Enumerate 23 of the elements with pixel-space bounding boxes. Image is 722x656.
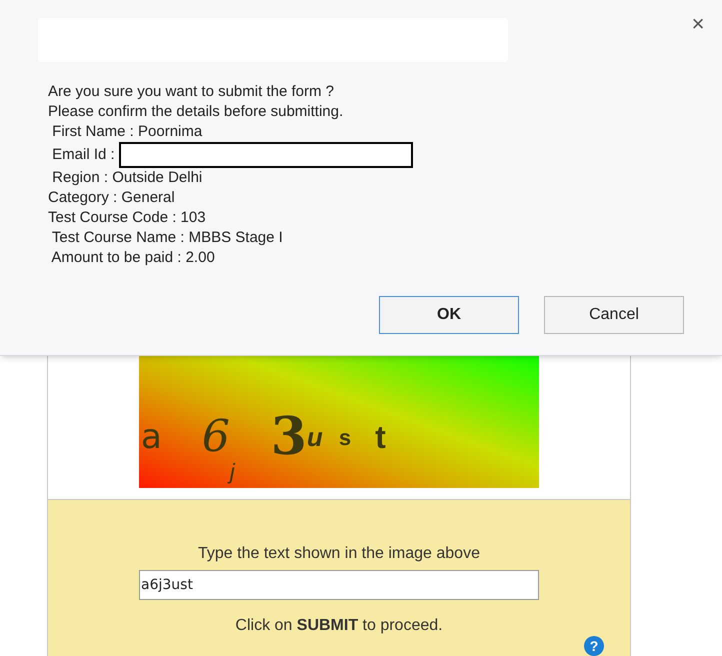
- dialog-button[interactable]: Cancel: [544, 296, 684, 334]
- captcha-character: u: [306, 420, 323, 454]
- captcha-prompt: Type the text shown in the image above: [198, 544, 480, 564]
- captcha-input[interactable]: a6j3ust: [139, 570, 539, 600]
- dialog-line: Are you sure you want to submit the form ?: [48, 82, 334, 102]
- dialog-line: Test Course Code : 103: [48, 208, 206, 228]
- close-button[interactable]: ×: [686, 12, 710, 36]
- dialog-line: Please confirm the details before submitting.: [48, 102, 344, 122]
- captcha-character: a: [141, 416, 162, 458]
- captcha-character: 6: [202, 410, 230, 463]
- captcha-character: 3: [270, 405, 307, 469]
- captcha-character: s: [338, 424, 352, 452]
- dialog-line: Amount to be paid : 2.00: [50, 248, 215, 268]
- captcha-character: j: [230, 458, 235, 486]
- dialog-line: Region : Outside Delhi: [51, 168, 202, 188]
- dialog-line: First Name : Poornima: [51, 122, 202, 142]
- dialog-line: Category : General: [48, 188, 175, 208]
- submit-instruction: Click on SUBMIT to proceed.: [235, 616, 443, 636]
- dialog-line: Email Id :: [51, 145, 115, 165]
- dialog-button[interactable]: OK: [379, 296, 519, 334]
- captcha-character: t: [375, 418, 386, 457]
- dialog-line: Test Course Name : MBBS Stage I: [50, 228, 283, 248]
- help-icon[interactable]: ?: [584, 636, 604, 656]
